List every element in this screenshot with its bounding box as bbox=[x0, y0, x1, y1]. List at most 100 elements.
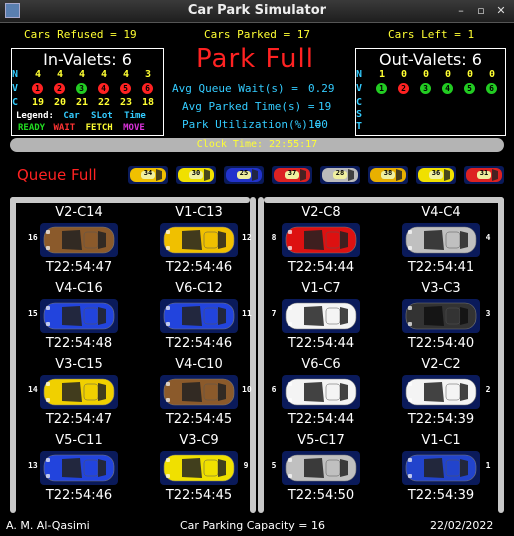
queue-car-label: 31 bbox=[479, 169, 489, 177]
slot-number: 1 bbox=[485, 461, 491, 470]
slot-number: 16 bbox=[28, 233, 38, 242]
out-valet-1: 1 bbox=[376, 83, 387, 94]
parked-car bbox=[40, 451, 118, 485]
slot-code: V6-C12 bbox=[175, 281, 223, 296]
parking-slot-7[interactable]: V1-C7 7 T22:54:44 bbox=[266, 281, 376, 355]
park-utilization-value: 100 bbox=[308, 118, 328, 131]
slot-code: V1-C7 bbox=[301, 281, 341, 296]
maximize-button[interactable]: ▫ bbox=[474, 4, 488, 18]
in-valets-v-label: V bbox=[12, 83, 19, 94]
out-valet-6: 6 bbox=[486, 83, 497, 94]
parking-slot-8[interactable]: V2-C8 8 T22:54:44 bbox=[266, 205, 376, 279]
in-valet-car-6: 18 bbox=[141, 97, 155, 108]
in-valet-car-4: 22 bbox=[97, 97, 111, 108]
queue-car-label: 37 bbox=[287, 169, 297, 177]
cars-left-stat: Cars Left = 1 bbox=[388, 28, 475, 41]
slot-time: T22:54:47 bbox=[45, 412, 113, 427]
slot-code: V1-C1 bbox=[421, 433, 461, 448]
state-fetch: FETCH bbox=[85, 123, 113, 133]
slot-time: T22:54:41 bbox=[407, 260, 475, 275]
cars-parked-stat: Cars Parked = 17 bbox=[204, 28, 310, 41]
parked-car bbox=[160, 375, 238, 409]
in-valet-car-3: 21 bbox=[75, 97, 89, 108]
in-valet-4: 4 bbox=[98, 83, 109, 94]
legend-slot: SLot bbox=[91, 111, 113, 121]
in-valet-n-6: 3 bbox=[144, 69, 152, 80]
avg-parked-time-value: 19 bbox=[318, 100, 332, 113]
slot-code: V3-C15 bbox=[55, 357, 103, 372]
parking-slot-11[interactable]: V6-C12 11 T22:54:46 bbox=[144, 281, 254, 355]
out-valet-n-2: 0 bbox=[400, 69, 408, 80]
slot-code: V6-C6 bbox=[301, 357, 341, 372]
parking-slot-5[interactable]: V5-C17 5 T22:54:50 bbox=[266, 433, 376, 507]
parking-slot-14[interactable]: V3-C15 14 T22:54:47 bbox=[24, 357, 134, 431]
queue-car-label: 36 bbox=[431, 169, 441, 177]
parking-slot-16[interactable]: V2-C14 16 T22:54:47 bbox=[24, 205, 134, 279]
slot-time: T22:54:45 bbox=[165, 488, 233, 503]
parked-car bbox=[40, 299, 118, 333]
state-legend-row: READY WAIT FETCH MOVE bbox=[18, 123, 145, 133]
date-label: 22/02/2022 bbox=[430, 519, 494, 532]
parked-car bbox=[40, 375, 118, 409]
out-valet-5: 5 bbox=[464, 83, 475, 94]
legend-label: Legend: bbox=[16, 111, 54, 121]
in-valets-title: In-Valets: 6 bbox=[43, 50, 132, 69]
queue-car-34: 34 bbox=[128, 166, 168, 184]
avg-queue-wait-label: Avg Queue Wait(s) = bbox=[172, 82, 298, 95]
slot-number: 2 bbox=[485, 385, 491, 394]
slot-number: 13 bbox=[28, 461, 38, 470]
parking-slot-2[interactable]: V2-C2 2 T22:54:39 bbox=[386, 357, 496, 431]
in-valet-6: 6 bbox=[142, 83, 153, 94]
legend-time: Time bbox=[124, 111, 146, 121]
in-valet-1: 1 bbox=[32, 83, 43, 94]
slot-time: T22:54:47 bbox=[45, 260, 113, 275]
in-valets-n-label: N bbox=[12, 69, 19, 80]
out-valet-4: 4 bbox=[442, 83, 453, 94]
clock-bar: Clock Time: 22:55:17 bbox=[10, 138, 504, 152]
state-ready: READY bbox=[18, 123, 46, 133]
parking-slot-4[interactable]: V4-C4 4 T22:54:41 bbox=[386, 205, 496, 279]
out-valets-s-label: S bbox=[356, 109, 363, 120]
out-valet-3: 3 bbox=[420, 83, 431, 94]
queue-car-31: 31 bbox=[464, 166, 504, 184]
slot-number: 10 bbox=[242, 385, 252, 394]
close-button[interactable]: ✕ bbox=[494, 4, 508, 18]
minimize-button[interactable]: – bbox=[454, 4, 468, 18]
in-valets-panel: In-Valets: 6 N V C 444443 123456 19 20 21 2… bbox=[11, 48, 164, 136]
in-valets-c-label: C bbox=[12, 97, 19, 108]
slot-code: V2-C2 bbox=[421, 357, 461, 372]
parked-car bbox=[282, 223, 360, 257]
slot-time: T22:54:46 bbox=[165, 336, 233, 351]
slot-time: T22:54:44 bbox=[287, 260, 355, 275]
slot-code: V3-C3 bbox=[421, 281, 461, 296]
slot-number: 5 bbox=[271, 461, 277, 470]
in-valet-n-1: 4 bbox=[34, 69, 42, 80]
queue-car-28: 28 bbox=[320, 166, 360, 184]
parking-slot-10[interactable]: V4-C10 10 T22:54:45 bbox=[144, 357, 254, 431]
out-valets-title: Out-Valets: 6 bbox=[379, 50, 482, 69]
cars-refused-stat: Cars Refused = 19 bbox=[24, 28, 137, 41]
window-title: Car Park Simulator bbox=[187, 3, 327, 18]
slot-number: 6 bbox=[271, 385, 277, 394]
out-valet-n-1: 1 bbox=[378, 69, 386, 80]
slot-number: 7 bbox=[271, 309, 277, 318]
parking-slot-15[interactable]: V4-C16 15 T22:54:48 bbox=[24, 281, 134, 355]
parking-slot-12[interactable]: V1-C13 12 T22:54:46 bbox=[144, 205, 254, 279]
slot-number: 15 bbox=[28, 309, 38, 318]
in-valet-2: 2 bbox=[54, 83, 65, 94]
parking-slot-9[interactable]: V3-C9 9 T22:54:45 bbox=[144, 433, 254, 507]
parking-slot-6[interactable]: V6-C6 6 T22:54:44 bbox=[266, 357, 376, 431]
parking-slot-13[interactable]: V5-C11 13 T22:54:46 bbox=[24, 433, 134, 507]
parking-slot-1[interactable]: V1-C1 1 T22:54:39 bbox=[386, 433, 496, 507]
out-valet-n-6: 0 bbox=[488, 69, 496, 80]
slot-code: V1-C13 bbox=[175, 205, 223, 220]
slot-time: T22:54:46 bbox=[165, 260, 233, 275]
out-valet-n-3: 0 bbox=[422, 69, 430, 80]
parking-slot-3[interactable]: V3-C3 3 T22:54:40 bbox=[386, 281, 496, 355]
legend-car: Car bbox=[63, 111, 80, 121]
queue-car-30: 30 bbox=[176, 166, 216, 184]
slot-code: V2-C8 bbox=[301, 205, 341, 220]
queue-car-label: 38 bbox=[383, 169, 393, 177]
lot-wall-top-right bbox=[264, 197, 504, 203]
slot-time: T22:54:44 bbox=[287, 412, 355, 427]
